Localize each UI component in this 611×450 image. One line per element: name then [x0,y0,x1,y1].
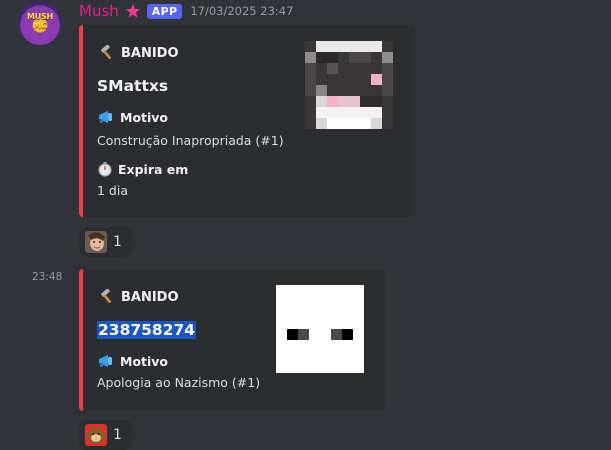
field-name-expira: Expira em [97,161,188,177]
username[interactable]: Mush [79,2,119,20]
ban-embed: BANIDO 238758274 Motivo Apologia ao Nazi… [79,269,385,411]
hammer-icon [101,45,112,60]
field-value-motivo: Apologia ao Nazismo (#1) [97,375,261,390]
field-name-label: Motivo [120,353,169,369]
embed-author: BANIDO [99,289,179,305]
megaphone-icon [99,355,112,367]
player-skin-thumbnail[interactable] [305,41,393,129]
message-header: Mush APP 17/03/2025 23:47 [79,0,293,22]
embed-author-label: BANIDO [121,45,179,61]
bot-avatar[interactable]: MUSH MC [18,1,62,45]
app-badge: APP [146,3,183,19]
embed-title: SMattxs [97,77,169,95]
field-name-label: Motivo [120,109,169,125]
monkey-emoji-icon [85,424,107,446]
selected-title-text: 238758274 [97,321,197,339]
side-timestamp[interactable]: 23:48 [32,271,62,283]
field-name-label: Expira em [118,161,189,177]
reaction-count: 1 [113,427,122,443]
star-icon [125,4,140,18]
embed-title: 238758274 [97,321,197,339]
reaction-monkey[interactable]: 1 [79,420,132,450]
ban-embed: BANIDO SMattxs Motivo Construção Inaprop… [79,25,414,217]
face-emoji-icon [85,231,107,253]
timestamp[interactable]: 17/03/2025 23:47 [190,4,293,18]
field-value-expira: 1 dia [97,183,128,198]
hammer-icon [101,289,112,304]
field-value-motivo: Construção Inapropriada (#1) [97,133,284,148]
reaction-count: 1 [113,234,122,250]
field-name-motivo: Motivo [97,353,168,369]
embed-author: BANIDO [99,45,179,61]
player-skin-thumbnail[interactable] [276,285,364,373]
reaction-face[interactable]: 1 [79,227,132,257]
embed-author-label: BANIDO [121,289,179,305]
stopwatch-icon [98,162,112,177]
megaphone-icon [99,111,112,123]
field-name-motivo: Motivo [97,109,168,125]
avatar-logo: MUSH MC [26,12,54,30]
